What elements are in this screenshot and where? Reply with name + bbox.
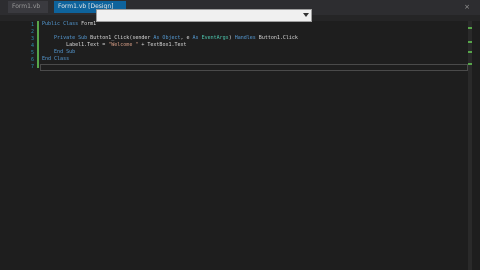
line-number-gutter: 1 2 3 4 5 6 7	[8, 21, 36, 270]
line-number: 7	[30, 64, 34, 70]
line-number: 1	[30, 22, 34, 28]
line-number: 3	[30, 36, 34, 42]
keyword: Public Class	[42, 21, 79, 27]
code-line: Public Class Form1	[42, 21, 462, 28]
code-line: End Class	[42, 56, 462, 63]
identifier: Button1.Click	[255, 35, 298, 41]
tab-form1-vb[interactable]: Form1.vb	[8, 1, 48, 13]
code-line: Label1.Text = "Welcome " + TextBox1.Text	[42, 42, 462, 49]
code-editor[interactable]: Public Class Form1 Private Sub Button1_C…	[42, 21, 462, 81]
identifier: , e	[180, 35, 193, 41]
line-number: 4	[30, 43, 34, 49]
change-marker	[468, 41, 472, 43]
identifier: Form1	[78, 21, 97, 27]
line-number: 6	[30, 57, 34, 63]
type-name: EventArgs	[198, 35, 229, 41]
chevron-down-icon[interactable]	[303, 13, 309, 17]
keyword: End Class	[42, 56, 70, 62]
keyword: Private Sub	[54, 35, 88, 41]
identifier: Label1.Text =	[66, 42, 109, 48]
current-line-highlight	[40, 64, 468, 71]
change-marker	[468, 27, 472, 29]
keyword: As Object	[153, 35, 181, 41]
close-icon[interactable]: ×	[462, 2, 472, 12]
code-line: Private Sub Button1_Click(sender As Obje…	[42, 35, 462, 42]
identifier: + TextBox1.Text	[138, 42, 187, 48]
code-line: End Sub	[42, 49, 462, 56]
change-marker	[468, 63, 472, 65]
line-number: 5	[30, 50, 34, 56]
change-indicator-bar	[37, 21, 39, 68]
vertical-scrollbar[interactable]	[468, 21, 472, 270]
keyword: Handles	[234, 35, 256, 41]
line-number: 2	[30, 29, 34, 35]
string-literal: "Welcome "	[108, 42, 139, 48]
keyword: End Sub	[54, 49, 76, 55]
change-marker	[468, 51, 472, 53]
identifier: Button1_Click(sender	[87, 35, 154, 41]
